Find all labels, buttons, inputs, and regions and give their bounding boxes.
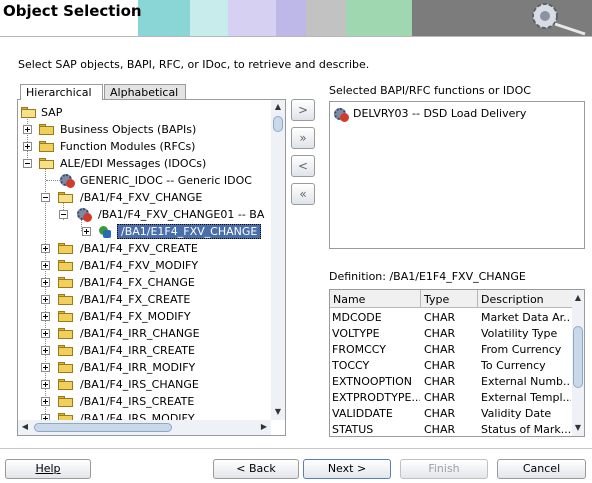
collapse-icon[interactable]	[23, 159, 32, 168]
segment-icon	[98, 225, 112, 239]
selected-list[interactable]: DELVRY03 -- DSD Load Delivery	[329, 101, 585, 249]
finish-button[interactable]: Finish	[400, 459, 488, 479]
table-row[interactable]: VOLTYPE CHAR Volatility Type	[330, 326, 572, 342]
wizard-header: Object Selection	[0, 0, 592, 36]
scroll-thumb[interactable]	[573, 326, 583, 388]
expand-icon[interactable]	[41, 261, 50, 270]
header-band	[276, 0, 306, 36]
header-band	[228, 0, 276, 36]
header-band	[190, 0, 228, 36]
tab-alphabetical[interactable]: Alphabetical	[104, 84, 186, 99]
definition-table[interactable]: Name Type Description MDCODE CHAR Market…	[329, 289, 585, 437]
tree-horizontal-scrollbar[interactable]: ◀ ▶	[18, 420, 271, 435]
next-button[interactable]: Next >	[303, 459, 391, 479]
folder-icon	[58, 379, 74, 390]
expand-icon[interactable]	[41, 278, 50, 287]
scroll-up-icon[interactable]: ▲	[572, 292, 584, 304]
column-header-type[interactable]: Type	[421, 290, 478, 308]
add-button[interactable]: >	[291, 99, 315, 121]
folder-icon	[58, 260, 74, 271]
table-row[interactable]: VALIDDATE CHAR Validity Date	[330, 406, 572, 422]
expand-icon[interactable]	[82, 227, 91, 236]
scroll-down-icon[interactable]: ▼	[272, 406, 284, 418]
expand-icon[interactable]	[41, 295, 50, 304]
expand-icon[interactable]	[41, 380, 50, 389]
scroll-up-icon[interactable]: ▲	[272, 101, 284, 113]
gear-wizard-icon	[532, 3, 586, 36]
folder-icon	[58, 277, 74, 288]
folder-icon	[39, 141, 55, 152]
table-row[interactable]: MDCODE CHAR Market Data Ar...	[330, 310, 572, 326]
folder-icon	[58, 328, 74, 339]
folder-open-icon	[21, 107, 37, 118]
expand-icon[interactable]	[41, 346, 50, 355]
table-header: Name Type Description	[330, 290, 572, 308]
header-band	[138, 0, 190, 36]
definition-label: Definition: /BA1/E1F4_FXV_CHANGE	[329, 270, 526, 283]
column-header-name[interactable]: Name	[330, 290, 421, 308]
instruction-text: Select SAP objects, BAPI, RFC, or IDoc, …	[18, 58, 370, 71]
folder-open-icon	[39, 158, 55, 169]
expand-icon[interactable]	[41, 397, 50, 406]
idoc-gear-icon	[60, 173, 76, 188]
page-title: Object Selection	[3, 2, 142, 20]
scroll-thumb[interactable]	[273, 116, 283, 132]
folder-open-icon	[58, 192, 74, 203]
idoc-gear-icon	[334, 107, 350, 122]
remove-button[interactable]: <	[291, 155, 315, 177]
expand-icon[interactable]	[23, 142, 32, 151]
folder-icon	[58, 345, 74, 356]
folder-icon	[58, 294, 74, 305]
header-band	[346, 0, 412, 36]
footer-divider	[0, 448, 592, 449]
expand-icon[interactable]	[41, 363, 50, 372]
folder-icon	[58, 311, 74, 322]
table-row[interactable]: STATUS CHAR Status of Mark...	[330, 422, 572, 436]
back-button[interactable]: < Back	[213, 459, 299, 479]
idoc-gear-icon	[77, 207, 93, 222]
tree-vertical-scrollbar[interactable]: ▲ ▼	[271, 100, 285, 420]
header-band	[306, 0, 346, 36]
collapse-icon[interactable]	[59, 210, 68, 219]
folder-icon	[58, 243, 74, 254]
scroll-right-icon[interactable]: ▶	[258, 421, 270, 433]
scroll-left-icon[interactable]: ◀	[19, 421, 31, 433]
cancel-button[interactable]: Cancel	[497, 459, 586, 479]
add-all-button[interactable]: »	[291, 127, 315, 149]
folder-icon	[58, 396, 74, 407]
collapse-icon[interactable]	[41, 193, 50, 202]
tab-hierarchical[interactable]: Hierarchical	[20, 84, 103, 100]
scroll-down-icon[interactable]: ▼	[572, 422, 584, 434]
column-header-description[interactable]: Description	[478, 290, 572, 308]
expand-icon[interactable]	[41, 312, 50, 321]
remove-all-button[interactable]: «	[291, 183, 315, 205]
expand-icon[interactable]	[41, 244, 50, 253]
help-button[interactable]: Help	[5, 459, 91, 479]
header-divider	[0, 36, 592, 37]
expand-icon[interactable]	[41, 329, 50, 338]
table-row[interactable]: EXTNOOPTION CHAR External Numb...	[330, 374, 572, 390]
folder-icon	[58, 362, 74, 373]
folder-icon	[39, 124, 55, 135]
table-row[interactable]: TOCCY CHAR To Currency	[330, 358, 572, 374]
table-row[interactable]: EXTPRODTYPE... CHAR External Templ...	[330, 390, 572, 406]
expand-icon[interactable]	[23, 125, 32, 134]
table-row[interactable]: FROMCCY CHAR From Currency	[330, 342, 572, 358]
object-tree[interactable]: SAP Business Objects (BAPIs) Function Mo…	[17, 99, 286, 436]
definition-vertical-scrollbar[interactable]: ▲ ▼	[572, 290, 584, 436]
scroll-thumb[interactable]	[34, 423, 172, 432]
